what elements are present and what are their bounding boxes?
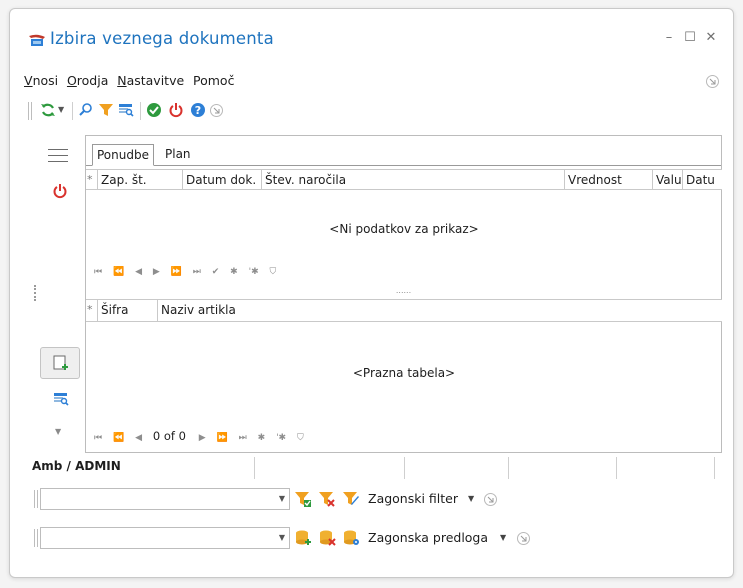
items-grid-header: * Šifra Naziv artikla	[86, 300, 722, 322]
tab-strip: Ponudbe Plan	[86, 136, 721, 166]
status-user: Amb / ADMIN	[32, 459, 121, 473]
nav-prev-page-icon[interactable]: ⏪	[113, 267, 124, 277]
nav-filter-icon[interactable]: ⛉	[269, 267, 276, 277]
documents-navigator: ⏮ ⏪ ◀ ▶ ⏩ ⏭ ✔ ✱ '✱ ⛉	[94, 267, 284, 281]
new-document-button[interactable]	[40, 347, 80, 379]
template-label[interactable]: Zagonska predloga	[368, 530, 488, 545]
documents-grid: * Zap. št. Datum dok. Štev. naročila Vre…	[86, 169, 722, 287]
column-naziv-artikla[interactable]: Naziv artikla	[157, 300, 722, 322]
filter-icon[interactable]	[98, 102, 114, 118]
items-navigator: ⏮ ⏪ ◀ 0 of 0 ▶ ⏩ ⏭ ✱ '✱ ⛉	[94, 429, 312, 443]
grid-splitter[interactable]: ......	[86, 287, 721, 298]
hamburger-menu-icon[interactable]	[48, 149, 68, 163]
toolbar-grip[interactable]	[28, 102, 32, 120]
nav-first-icon[interactable]: ⏮	[94, 433, 102, 443]
filter-clear-icon[interactable]	[318, 490, 336, 508]
chevron-down-icon: ▼	[278, 533, 285, 542]
column-datum-dok[interactable]: Datum dok.	[182, 170, 261, 190]
nav-append-icon[interactable]: '✱	[276, 433, 286, 443]
title-bar: Izbira veznega dokumenta – ☐ ✕	[10, 9, 733, 69]
column-sifra[interactable]: Šifra	[97, 300, 157, 322]
toolbar-separator	[140, 102, 141, 120]
template-grip[interactable]	[34, 529, 38, 547]
nav-filter-icon[interactable]: ⛉	[297, 433, 304, 443]
menu-nastavitve[interactable]: Nastavitve	[117, 73, 184, 88]
filter-more-icon[interactable]	[484, 493, 497, 506]
status-bar: Amb / ADMIN	[24, 457, 724, 479]
search-icon[interactable]	[78, 102, 94, 118]
nav-prev-page-icon[interactable]: ⏪	[113, 433, 124, 443]
nav-next-page-icon[interactable]: ⏩	[217, 433, 228, 443]
nav-last-icon[interactable]: ⏭	[193, 267, 201, 277]
template-more-icon[interactable]	[517, 532, 530, 545]
record-count: 0 of 0	[152, 429, 186, 443]
menu-more-icon[interactable]	[706, 75, 719, 88]
filter-edit-icon[interactable]	[342, 490, 360, 508]
new-row-icon: *	[87, 303, 93, 316]
filter-label[interactable]: Zagonski filter	[368, 491, 458, 506]
confirm-icon[interactable]	[146, 102, 162, 118]
filter-dropdown-icon[interactable]: ▼	[468, 494, 474, 503]
column-valuta[interactable]: Valu	[652, 170, 682, 190]
template-select[interactable]: ▼	[40, 527, 290, 549]
grid-search-icon[interactable]	[118, 102, 134, 118]
template-settings-icon[interactable]	[342, 529, 360, 547]
column-datum[interactable]: Datu	[682, 170, 722, 190]
column-zap-st[interactable]: Zap. št.	[97, 170, 182, 190]
nav-next-icon[interactable]: ▶	[199, 433, 206, 443]
tab-plan[interactable]: Plan	[161, 144, 195, 166]
nav-next-icon[interactable]: ▶	[153, 267, 160, 277]
nav-next-page-icon[interactable]: ⏩	[171, 267, 182, 277]
nav-last-icon[interactable]: ⏭	[239, 433, 247, 443]
app-logo-icon	[29, 34, 45, 46]
svg-text:?: ?	[195, 104, 201, 117]
side-grid-search-icon[interactable]	[52, 391, 70, 407]
filter-select[interactable]: ▼	[40, 488, 290, 510]
power-icon[interactable]	[168, 102, 184, 118]
window-title: Izbira veznega dokumenta	[50, 29, 274, 48]
new-row-icon: *	[87, 173, 93, 186]
template-row: ▼ Zagonska predloga ▼	[34, 527, 554, 551]
nav-prev-icon[interactable]: ◀	[135, 267, 142, 277]
refresh-icon[interactable]	[40, 102, 56, 118]
toolbar-separator	[72, 102, 73, 120]
side-splitter[interactable]	[34, 285, 36, 301]
menu-bar: Vnosi Orodja Nastavitve Pomoč	[24, 73, 239, 91]
close-button[interactable]: ✕	[704, 31, 718, 45]
nav-first-icon[interactable]: ⏮	[94, 267, 102, 277]
tab-ponudbe[interactable]: Ponudbe	[92, 144, 154, 166]
tab-panel: Ponudbe Plan * Zap. št. Datum dok. Štev.…	[85, 135, 722, 453]
toolbar-more-icon[interactable]	[210, 104, 223, 117]
nav-prev-icon[interactable]: ◀	[135, 433, 142, 443]
filter-apply-icon[interactable]	[294, 490, 312, 508]
maximize-button[interactable]: ☐	[683, 31, 697, 45]
new-document-icon	[53, 355, 68, 370]
column-stev-narocila[interactable]: Štev. naročila	[261, 170, 564, 190]
filter-row: ▼ Zagonski filter ▼	[34, 488, 554, 512]
template-dropdown-icon[interactable]: ▼	[500, 533, 506, 542]
filter-grip[interactable]	[34, 490, 38, 508]
documents-empty-message: <Ni podatkov za prikaz>	[329, 222, 479, 236]
nav-insert-icon[interactable]: ✱	[230, 267, 238, 277]
toolbar: ▼ ?	[24, 99, 324, 123]
minimize-button[interactable]: –	[662, 31, 676, 45]
dialog-window: Izbira veznega dokumenta – ☐ ✕ Vnosi Oro…	[9, 8, 734, 578]
nav-confirm-icon[interactable]: ✔	[212, 267, 220, 277]
documents-grid-header: * Zap. št. Datum dok. Štev. naročila Vre…	[86, 170, 722, 190]
chevron-down-icon: ▼	[278, 494, 285, 503]
column-vrednost[interactable]: Vrednost	[564, 170, 652, 190]
items-grid: * Šifra Naziv artikla <Prazna tabela> ⏮ …	[86, 299, 722, 453]
nav-insert-icon[interactable]: ✱	[258, 433, 266, 443]
menu-orodja[interactable]: Orodja	[67, 73, 108, 88]
menu-vnosi[interactable]: Vnosi	[24, 73, 58, 88]
template-delete-icon[interactable]	[318, 529, 336, 547]
nav-append-icon[interactable]: '✱	[249, 267, 259, 277]
menu-pomoc[interactable]: Pomoč	[193, 73, 234, 88]
help-icon[interactable]: ?	[190, 102, 206, 118]
template-add-icon[interactable]	[294, 529, 312, 547]
side-chevron-down-icon[interactable]: ▼	[55, 427, 61, 436]
items-empty-message: <Prazna tabela>	[352, 366, 456, 380]
side-power-icon[interactable]	[52, 183, 68, 199]
